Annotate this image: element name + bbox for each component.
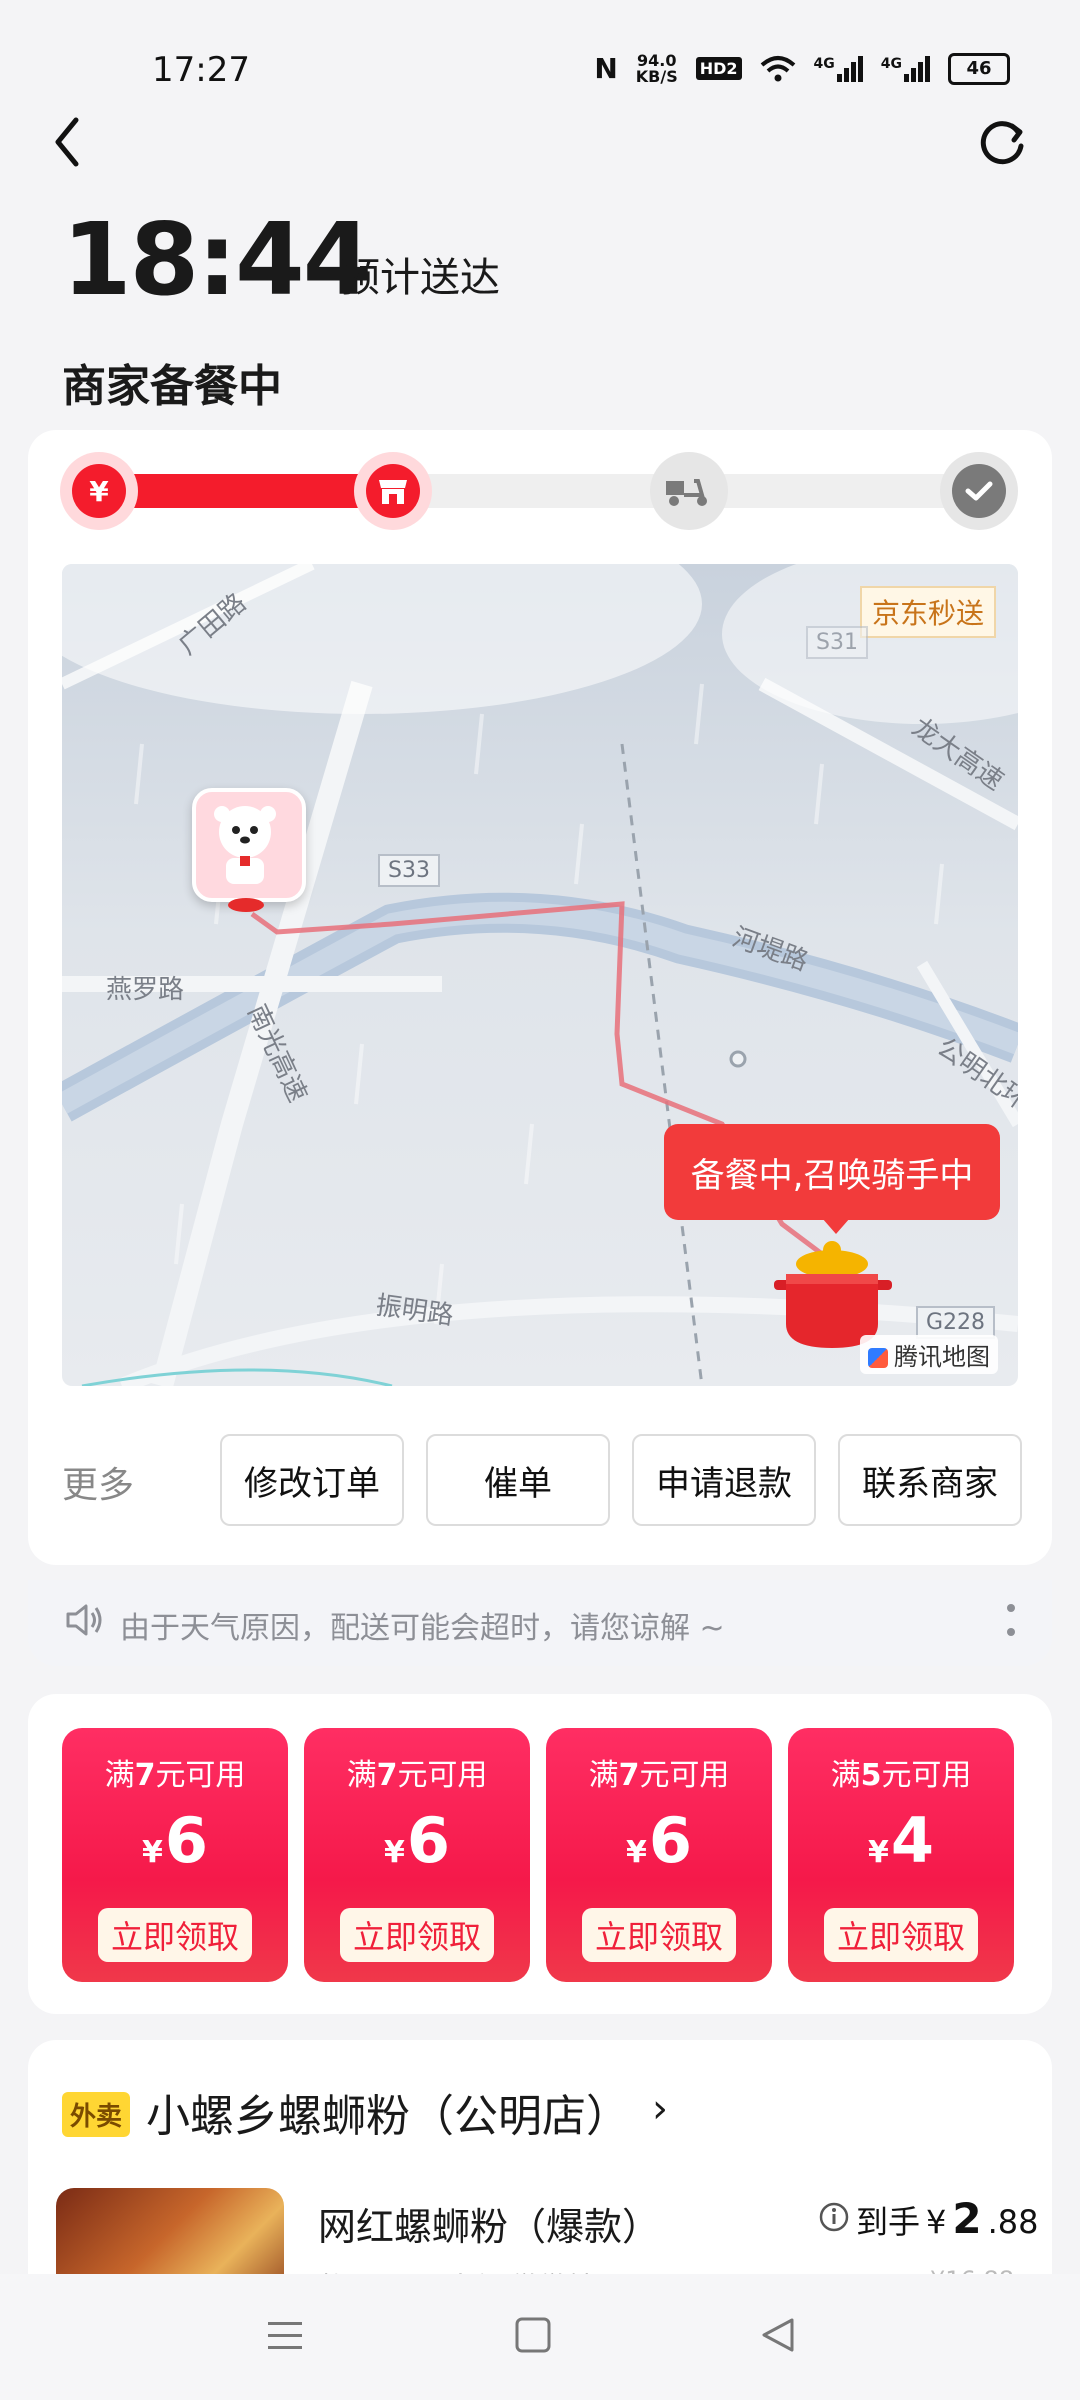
step-preparing [354, 452, 432, 530]
nfc-icon: N [594, 52, 618, 85]
check-icon [952, 464, 1006, 518]
delivery-map[interactable]: 京东秒送 广田路 燕罗路 南光高速 河堤路 振明路 龙大高速 公明北环 S33 … [62, 564, 1018, 1386]
step-paid-label: ¥ [89, 474, 109, 508]
back-icon[interactable] [44, 112, 94, 172]
net-speed-unit: KB/S [635, 66, 678, 86]
coupon[interactable]: 满7元可用 ¥6 立即领取 [62, 1728, 288, 1982]
price-info: 到手 ¥2.88 [818, 2194, 1039, 2243]
price-decimal: .88 [987, 2203, 1039, 2241]
contact-merchant-button[interactable]: 联系商家 [838, 1434, 1022, 1526]
speaker-icon [66, 1604, 102, 1636]
store-icon [366, 464, 420, 518]
back-nav-icon[interactable] [760, 2316, 796, 2354]
map-brand-tag: 京东秒送 [859, 586, 996, 638]
hd-icon: HD2 [695, 57, 742, 80]
coupon-amount: ¥4 [867, 1804, 934, 1877]
map-credit: 腾讯地图 [860, 1335, 998, 1374]
map-label-yanluo: 燕罗路 [106, 975, 185, 1005]
coupon-condition: 满7元可用 [104, 1758, 246, 1793]
step-paid: ¥ [60, 452, 138, 530]
claim-coupon-button[interactable]: 立即领取 [582, 1908, 736, 1962]
net-speed: 94.0 KB/S [635, 52, 678, 86]
coupon-condition: 满7元可用 [346, 1758, 488, 1793]
signal-2-label: 4G [880, 55, 902, 72]
status-time: 17:27 [152, 50, 250, 90]
signal-1-label: 4G [813, 55, 835, 72]
step-delivering [650, 452, 728, 530]
modify-order-button[interactable]: 修改订单 [220, 1434, 404, 1526]
coupon[interactable]: 满5元可用 ¥4 立即领取 [788, 1728, 1014, 1982]
home-icon[interactable] [514, 2316, 552, 2354]
order-status: 商家备餐中 [62, 361, 282, 412]
delivery-tag: 外卖 [62, 2092, 131, 2137]
claim-coupon-button[interactable]: 立即领取 [340, 1908, 494, 1962]
weather-notice: 由于天气原因，配送可能会超时，请您谅解 ~ [120, 1611, 725, 1646]
battery-icon: 46 [948, 52, 1010, 85]
request-refund-button[interactable]: 申请退款 [632, 1434, 816, 1526]
info-icon[interactable] [818, 2201, 850, 2233]
urge-order-button[interactable]: 催单 [426, 1434, 610, 1526]
coupon[interactable]: 满7元可用 ¥6 立即领取 [304, 1728, 530, 1982]
coupon-amount: ¥6 [141, 1804, 208, 1877]
product-name: 网红螺蛳粉（爆款） [318, 2205, 661, 2249]
bubble-tail [822, 1218, 850, 1234]
store-pin-dot [228, 898, 264, 912]
rider-status-bubble: 备餐中,召唤骑手中 [664, 1124, 1000, 1220]
eta-time: 18:44 [62, 201, 372, 318]
status-bar: 17:27 N 94.0 KB/S HD2 4G 4G 46 [0, 0, 1080, 110]
signal-2-icon: 4G [880, 55, 930, 82]
coupon-condition: 满5元可用 [830, 1758, 972, 1793]
claim-coupon-button[interactable]: 立即领取 [824, 1908, 978, 1962]
road-sign-s33: S33 [378, 854, 440, 887]
tencent-map-icon [868, 1348, 888, 1368]
yen-icon: ¥ [72, 464, 126, 518]
status-icons: N 94.0 KB/S HD2 4G 4G 46 [594, 52, 1010, 85]
more-label[interactable]: 更多 [62, 1456, 134, 1508]
store-mascot-icon[interactable] [192, 788, 306, 902]
coupon-condition: 满7元可用 [588, 1758, 730, 1793]
store-name[interactable]: 小螺乡螺蛳粉（公明店） [146, 2080, 630, 2144]
price-prefix: 到手 [856, 2203, 921, 2241]
claim-coupon-button[interactable]: 立即领取 [98, 1908, 252, 1962]
signal-1-icon: 4G [813, 55, 863, 82]
system-nav-bar [0, 2274, 1080, 2400]
eta-label: 预计送达 [340, 255, 500, 301]
step-delivered [940, 452, 1018, 530]
price-integer: 2 [952, 2194, 982, 2243]
refresh-icon[interactable] [974, 114, 1030, 170]
price-currency: ¥ [926, 2203, 947, 2241]
scooter-icon [662, 464, 716, 518]
coupon-amount: ¥6 [383, 1804, 450, 1877]
more-dots-icon[interactable] [1006, 1602, 1016, 1638]
coupon[interactable]: 满7元可用 ¥6 立即领取 [546, 1728, 772, 1982]
road-sign-s31: S31 [806, 626, 868, 659]
coupon-amount: ¥6 [625, 1804, 692, 1877]
wifi-icon [760, 55, 795, 81]
menu-icon[interactable] [266, 2318, 304, 2354]
map-credit-text: 腾讯地图 [894, 1343, 990, 1371]
chevron-right-icon[interactable]: › [652, 2086, 668, 2132]
